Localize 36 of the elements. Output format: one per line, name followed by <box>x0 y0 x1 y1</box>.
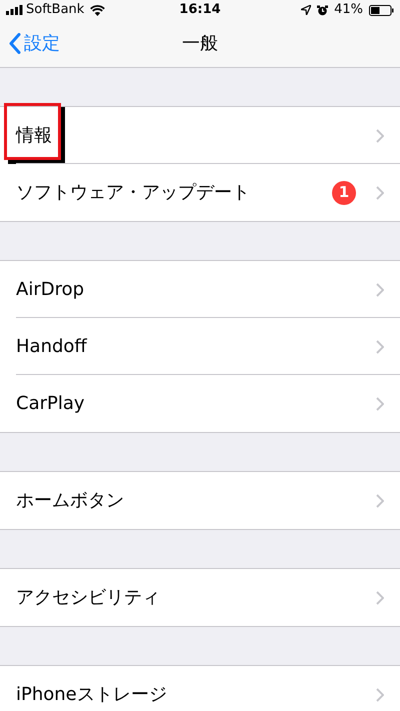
row-label: AirDrop <box>16 278 84 302</box>
wifi-icon <box>90 4 106 16</box>
chevron-right-icon <box>376 396 384 410</box>
clock-time: 16:14 <box>179 1 221 20</box>
back-chevron-icon <box>9 33 21 54</box>
screen-title: 一般 <box>182 32 218 56</box>
chevron-right-icon <box>376 590 384 604</box>
row-label: アクセシビリティ <box>16 586 160 610</box>
alarm-clock-icon <box>317 4 328 16</box>
row-label: ソフトウェア・アップデート <box>16 181 250 205</box>
chevron-right-icon <box>376 282 384 296</box>
chevron-right-icon <box>376 340 384 354</box>
chevron-right-icon <box>376 128 384 142</box>
chevron-right-icon <box>376 186 384 200</box>
battery-percentage: 41% <box>334 1 363 20</box>
notification-badge: 1 <box>332 180 356 204</box>
row-label: 情報 <box>16 124 52 148</box>
battery-icon <box>369 4 394 16</box>
row-label: CarPlay <box>16 392 85 416</box>
chevron-right-icon <box>376 688 384 702</box>
back-button[interactable]: 設定 <box>9 30 60 57</box>
settings-row[interactable]: AirDrop <box>0 261 400 318</box>
row-label: Handoff <box>16 335 87 359</box>
settings-row[interactable]: アクセシビリティ <box>0 569 400 626</box>
settings-row[interactable]: ソフトウェア・アップデート 1 <box>0 164 400 221</box>
settings-row[interactable]: CarPlay <box>0 375 400 432</box>
settings-row[interactable]: iPhoneストレージ <box>0 666 400 711</box>
settings-row[interactable]: Handoff <box>0 318 400 375</box>
signal-icon <box>6 5 23 15</box>
carrier-name: SoftBank <box>26 1 84 20</box>
settings-row[interactable]: 情報 <box>0 107 400 164</box>
chevron-right-icon <box>376 494 384 508</box>
location-arrow-icon <box>301 5 312 15</box>
row-label: iPhoneストレージ <box>16 683 167 707</box>
settings-row[interactable]: ホームボタン <box>0 472 400 529</box>
row-label: ホームボタン <box>16 489 124 513</box>
